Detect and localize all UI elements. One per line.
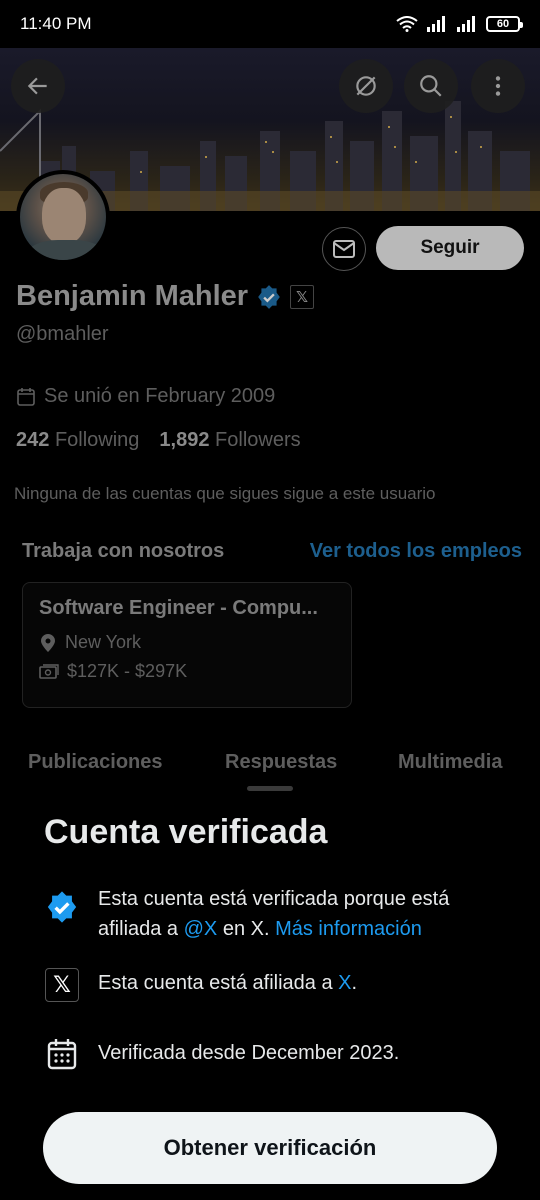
verified-reason-icon-wrap [44, 884, 80, 924]
search-icon [420, 75, 442, 97]
followers-link[interactable]: 1,892 Followers [159, 429, 300, 452]
back-button[interactable] [11, 59, 65, 113]
avatar-shirt [26, 240, 106, 260]
sheet-title: Cuenta verificada [44, 813, 328, 851]
followers-count: 1,892 [159, 429, 210, 451]
avatar[interactable] [16, 170, 110, 264]
signal-icon-2 [457, 16, 475, 32]
more-vertical-icon [495, 76, 501, 96]
money-icon [39, 663, 59, 679]
job-salary: $127K - $297K [67, 661, 188, 681]
job-location-row: New York [39, 632, 335, 653]
followers-label: Followers [215, 429, 301, 451]
battery-level: 60 [496, 18, 510, 30]
affiliate-x-icon[interactable]: 𝕏 [290, 284, 315, 309]
verified-account-sheet: Cuenta verificada Esta cuenta está verif… [0, 792, 540, 1200]
verified-reason-text: Esta cuenta está verificada porque está … [98, 884, 504, 944]
grok-icon [356, 76, 376, 96]
job-card[interactable]: Software Engineer - Compu... New York $1… [22, 582, 352, 708]
location-pin-icon [41, 633, 55, 652]
mail-icon [333, 240, 355, 258]
calendar-icon [17, 387, 35, 406]
following-link[interactable]: 242 Following [16, 429, 139, 452]
job-salary-row: $127K - $297K [39, 661, 335, 682]
verified-badge-icon [47, 891, 77, 923]
verified-reason-row: Esta cuenta está verificada porque está … [44, 884, 504, 944]
verified-since-row: Verificada desde December 2023. [44, 1038, 504, 1070]
more-info-link[interactable]: Más información [275, 918, 422, 940]
x-logo-icon: 𝕏 [45, 968, 79, 1002]
following-label: Following [54, 429, 140, 451]
more-options-button[interactable] [471, 59, 525, 113]
joined-date: Se unió en February 2009 [16, 385, 275, 408]
tab-respuestas[interactable]: Respuestas [225, 751, 337, 774]
profile-name-row: Benjamin Mahler 𝕏 [16, 280, 315, 313]
verified-since-icon-wrap [44, 1038, 80, 1070]
get-verified-button[interactable]: Obtener verificación [43, 1112, 497, 1184]
following-count: 242 [16, 429, 50, 451]
affiliation-text-end: . [351, 972, 358, 994]
verified-badge-icon [258, 284, 280, 309]
grok-button[interactable] [339, 59, 393, 113]
follow-counts: 242 Following 1,892 Followers [16, 429, 301, 452]
jobs-see-all-link[interactable]: Ver todos los empleos [310, 540, 522, 563]
sheet-drag-handle[interactable] [247, 786, 293, 791]
search-button[interactable] [404, 59, 458, 113]
affiliation-text: Esta cuenta está afiliada a X. [98, 968, 357, 998]
profile-handle: @bmahler [16, 323, 109, 345]
status-bar: 11:40 PM 60 [0, 0, 540, 48]
tab-publicaciones[interactable]: Publicaciones [28, 751, 163, 774]
x-handle-link[interactable]: @X [184, 918, 218, 940]
jobs-header: Trabaja con nosotros Ver todos los emple… [22, 540, 522, 563]
job-location: New York [65, 632, 142, 652]
profile-name: Benjamin Mahler [16, 280, 249, 312]
battery-icon: 60 [486, 16, 523, 32]
follow-button[interactable]: Seguir [376, 226, 524, 270]
jobs-title: Trabaja con nosotros [22, 540, 225, 562]
message-button[interactable] [322, 227, 366, 271]
affiliation-icon-wrap: 𝕏 [44, 968, 80, 1002]
x-affiliate-link[interactable]: X [338, 972, 351, 994]
tab-multimedia[interactable]: Multimedia [398, 751, 502, 774]
system-icons: 60 [396, 16, 523, 32]
verified-reason-text-b: en X. [217, 918, 276, 940]
job-title: Software Engineer - Compu... [39, 597, 318, 619]
wifi-icon [396, 16, 418, 32]
signal-icon [427, 16, 445, 32]
arrow-left-icon [27, 77, 47, 95]
joined-text: Se unió en February 2009 [44, 385, 276, 407]
verified-since-text: Verificada desde December 2023. [98, 1042, 400, 1064]
affiliation-text-a: Esta cuenta está afiliada a [98, 972, 339, 994]
status-time: 11:40 PM [20, 14, 92, 33]
not-followed-note: Ninguna de las cuentas que sigues sigue … [14, 484, 436, 503]
avatar-face [42, 188, 86, 244]
calendar-icon [47, 1039, 77, 1070]
affiliation-row: 𝕏 Esta cuenta está afiliada a X. [44, 968, 504, 1002]
